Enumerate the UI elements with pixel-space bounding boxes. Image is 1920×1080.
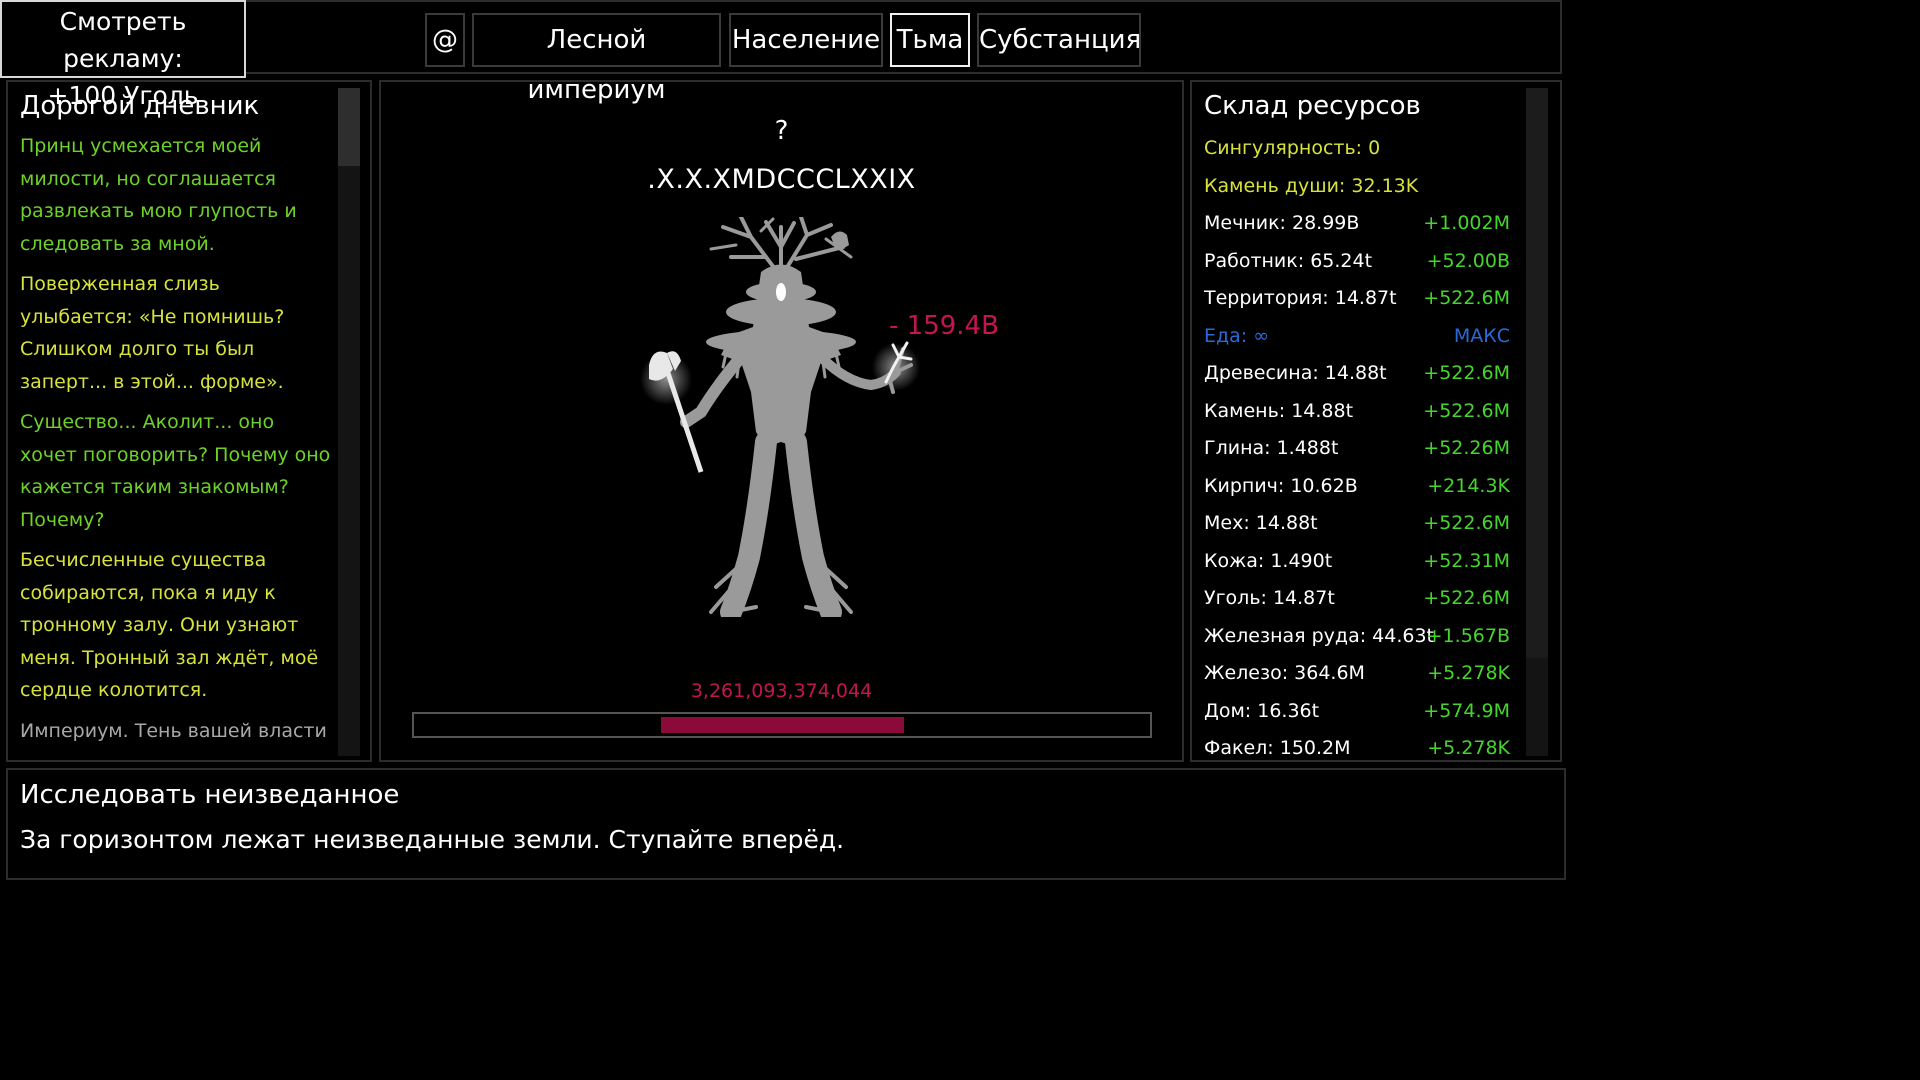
resource-rate: +214.3K bbox=[1427, 474, 1510, 497]
resource-rate: +5.278K bbox=[1427, 737, 1510, 759]
resource-row: Работник: 65.24t +52.00B bbox=[1204, 243, 1510, 281]
enemy-hp-bar bbox=[412, 712, 1152, 738]
resource-row: Уголь: 14.87t +522.6M bbox=[1204, 580, 1510, 618]
treant-creature-icon[interactable] bbox=[631, 217, 941, 617]
diary-entry: Бесчисленные существа собираются, пока я… bbox=[20, 549, 319, 701]
resource-label: Территория: 14.87t bbox=[1204, 287, 1397, 309]
resource-row: Территория: 14.87t +522.6M bbox=[1204, 280, 1510, 318]
tab-at[interactable]: @ bbox=[425, 13, 465, 67]
explore-panel[interactable]: Исследовать неизведанное За горизонтом л… bbox=[6, 768, 1566, 880]
explore-title[interactable]: Исследовать неизведанное bbox=[20, 780, 399, 810]
resource-label: Сингулярность: 0 bbox=[1204, 137, 1381, 159]
diary-title: Дорогой дневник bbox=[20, 91, 260, 121]
resource-label: Работник: 65.24t bbox=[1204, 249, 1373, 272]
resource-rate: +574.9M bbox=[1423, 699, 1510, 722]
enemy-hp-bar-fill bbox=[661, 717, 904, 733]
watch-ad-label: Смотреть рекламу: bbox=[59, 7, 187, 73]
resource-row: Сингулярность: 0 bbox=[1204, 130, 1510, 168]
resource-label: Железная руда: 44.63t bbox=[1204, 624, 1434, 647]
resource-rate: +1.002M bbox=[1423, 212, 1510, 234]
resource-row: Мечник: 28.99B +1.002M bbox=[1204, 205, 1510, 243]
resource-row: Дом: 16.36t +574.9M bbox=[1204, 693, 1510, 731]
resource-row: Кожа: 1.490t +52.31M bbox=[1204, 543, 1510, 581]
resource-rate: +522.6M bbox=[1423, 587, 1510, 609]
resource-rate: +522.6M bbox=[1423, 399, 1510, 422]
resource-rate: +1.567B bbox=[1426, 624, 1510, 647]
resource-row: Факел: 150.2M +5.278K bbox=[1204, 730, 1510, 768]
resource-rate: +5.278K bbox=[1427, 662, 1510, 684]
resources-title: Склад ресурсов bbox=[1204, 91, 1421, 121]
explore-description: За горизонтом лежат неизведанные земли. … bbox=[20, 825, 845, 854]
resource-rate: +522.6M bbox=[1423, 362, 1510, 384]
resources-panel: Склад ресурсов Сингулярность: 0 Камень ду… bbox=[1190, 80, 1562, 762]
resource-label: Факел: 150.2M bbox=[1204, 737, 1351, 759]
resource-label: Железо: 364.6M bbox=[1204, 662, 1365, 684]
resource-label: Мех: 14.88t bbox=[1204, 512, 1318, 534]
diary-entry: Империум. Тень вашей власти bbox=[20, 719, 327, 742]
resource-label: Камень души: 32.13K bbox=[1204, 174, 1419, 197]
diary-panel: Дорогой дневник Принц усмехается моей ми… bbox=[6, 80, 372, 762]
resource-row: Камень души: 32.13K bbox=[1204, 168, 1510, 206]
resource-label: Мечник: 28.99B bbox=[1204, 212, 1360, 234]
diary-entries: Принц усмехается моей милости, но соглаш… bbox=[20, 130, 332, 755]
enemy-question-mark: ? bbox=[774, 116, 789, 146]
resources-scrollbar-thumb[interactable] bbox=[1526, 88, 1548, 658]
resource-label: Древесина: 14.88t bbox=[1204, 362, 1387, 384]
tab-substance[interactable]: Субстанция bbox=[977, 13, 1141, 67]
diary-entry: Поверженная слизь улыбается: «Не помнишь… bbox=[20, 273, 285, 393]
resource-row: Железо: 364.6M +5.278K bbox=[1204, 655, 1510, 693]
resource-rate: +522.6M bbox=[1423, 512, 1510, 534]
resource-row: Древесина: 14.88t +522.6M bbox=[1204, 355, 1510, 393]
resource-rate: +522.6M bbox=[1423, 287, 1510, 309]
resources-scrollbar[interactable] bbox=[1526, 88, 1548, 756]
resource-row: Камень: 14.88t +522.6M bbox=[1204, 393, 1510, 431]
watch-ad-button[interactable]: Смотреть рекламу: +100 Уголь bbox=[0, 0, 246, 110]
resource-row: Кирпич: 10.62B +214.3K bbox=[1204, 468, 1510, 506]
resource-label: Камень: 14.88t bbox=[1204, 399, 1354, 422]
resource-row: Еда: ∞ МАКС bbox=[1204, 318, 1510, 356]
resource-rate: +52.26M bbox=[1423, 437, 1510, 459]
tab-population[interactable]: Население bbox=[729, 13, 883, 67]
diary-scrollbar-thumb[interactable] bbox=[338, 88, 360, 166]
resource-rate: +52.31M bbox=[1423, 549, 1510, 572]
resource-label: Дом: 16.36t bbox=[1204, 699, 1320, 722]
resource-rate: +52.00B bbox=[1426, 249, 1510, 272]
resource-label: Кожа: 1.490t bbox=[1204, 549, 1333, 572]
enemy-hp-number: 3,261,093,374,044 bbox=[690, 680, 873, 702]
resource-label: Глина: 1.488t bbox=[1204, 437, 1339, 459]
resource-row: Железная руда: 44.63t +1.567B bbox=[1204, 618, 1510, 656]
tab-forest-imperium[interactable]: Лесной империум bbox=[472, 13, 721, 105]
resources-list: Сингулярность: 0 Камень души: 32.13K Мечни… bbox=[1204, 130, 1510, 768]
resource-row: Мех: 14.88t +522.6M bbox=[1204, 505, 1510, 543]
diary-entry: Существо... Аколит... оно хочет поговори… bbox=[20, 411, 331, 531]
resource-label: Уголь: 14.87t bbox=[1204, 587, 1335, 609]
resource-row: Глина: 1.488t +52.26M bbox=[1204, 430, 1510, 468]
resource-label: Еда: ∞ bbox=[1204, 324, 1270, 347]
diary-entry: Принц усмехается моей милости, но соглаш… bbox=[20, 135, 297, 255]
resource-label: Кирпич: 10.62B bbox=[1204, 474, 1358, 497]
resource-rate: МАКС bbox=[1453, 324, 1510, 347]
enemy-name: .X.X.XMDCCCLXXIX bbox=[647, 164, 916, 195]
diary-scrollbar[interactable] bbox=[338, 88, 360, 756]
tab-darkness[interactable]: Тьма bbox=[890, 13, 970, 67]
battle-panel: ? .X.X.XMDCCCLXXIX - 159.4B 3,261,093,37… bbox=[379, 80, 1184, 762]
